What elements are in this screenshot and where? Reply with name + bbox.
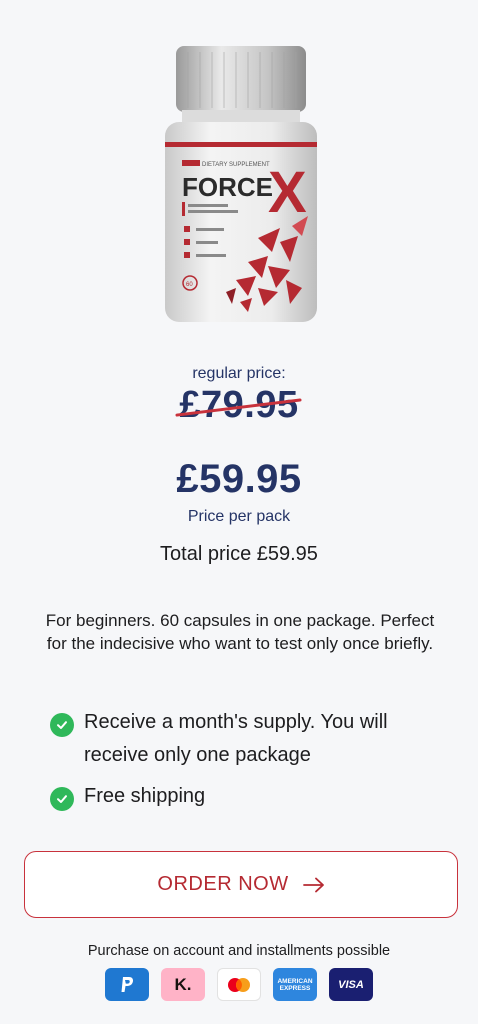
- klarna-icon: K.: [161, 968, 205, 1001]
- svg-text:60: 60: [186, 282, 193, 288]
- svg-text:DIETARY SUPPLEMENT: DIETARY SUPPLEMENT: [202, 162, 270, 168]
- regular-price-label: regular price:: [192, 365, 286, 382]
- american-express-icon: AMERICAN EXPRESS: [273, 968, 317, 1001]
- feature-list: Receive a month's supply. You will recei…: [50, 706, 450, 821]
- check-icon: [50, 787, 74, 811]
- price-per-pack-label: Price per pack: [187, 508, 291, 525]
- order-now-button[interactable]: ORDER NOW: [24, 851, 458, 918]
- total-price: Total price £59.95: [160, 543, 318, 565]
- arrow-right-icon: [302, 877, 325, 893]
- current-price: £59.95: [176, 457, 302, 501]
- product-offer-page: DIETARY SUPPLEMENT FORCE X 60 regular pr…: [0, 0, 478, 1024]
- payment-methods: K. AMERICAN EXPRESS VISA: [0, 968, 478, 1001]
- visa-icon: VISA: [329, 968, 373, 1001]
- package-description: For beginners. 60 capsules in one packag…: [45, 611, 435, 653]
- installments-note: Purchase on account and installments pos…: [87, 943, 391, 959]
- svg-text:FORCE: FORCE: [182, 172, 273, 202]
- old-price: £79.95: [0, 384, 478, 427]
- mastercard-icon: [217, 968, 261, 1001]
- paypal-icon: [105, 968, 149, 1001]
- feature-text: Free shipping: [84, 785, 206, 807]
- product-bottle-image: DIETARY SUPPLEMENT FORCE X 60: [165, 46, 317, 322]
- feature-text: Receive a month's supply. You will recei…: [84, 711, 388, 766]
- check-icon: [50, 713, 74, 737]
- svg-text:X: X: [268, 160, 307, 225]
- order-now-label: ORDER NOW: [157, 873, 289, 895]
- feature-item: Free shipping: [50, 780, 450, 813]
- feature-item: Receive a month's supply. You will recei…: [50, 706, 450, 772]
